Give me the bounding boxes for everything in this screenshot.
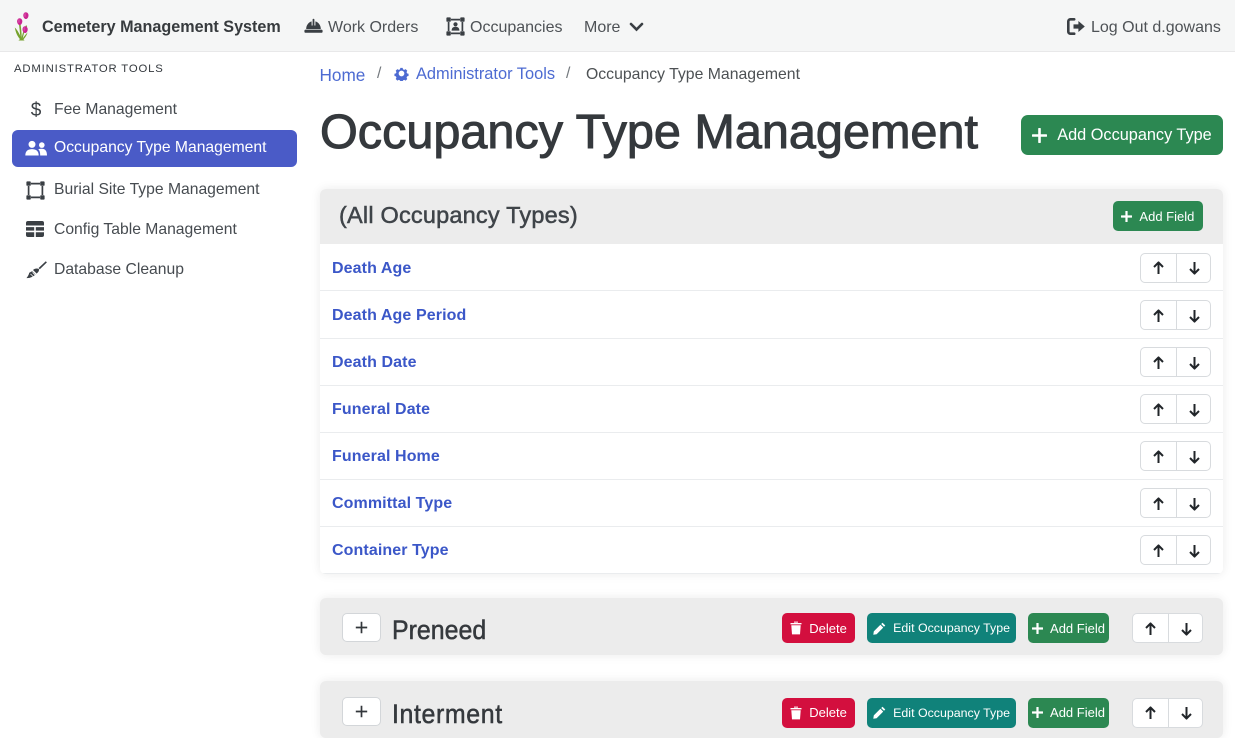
svg-text:$: $ (31, 100, 42, 120)
